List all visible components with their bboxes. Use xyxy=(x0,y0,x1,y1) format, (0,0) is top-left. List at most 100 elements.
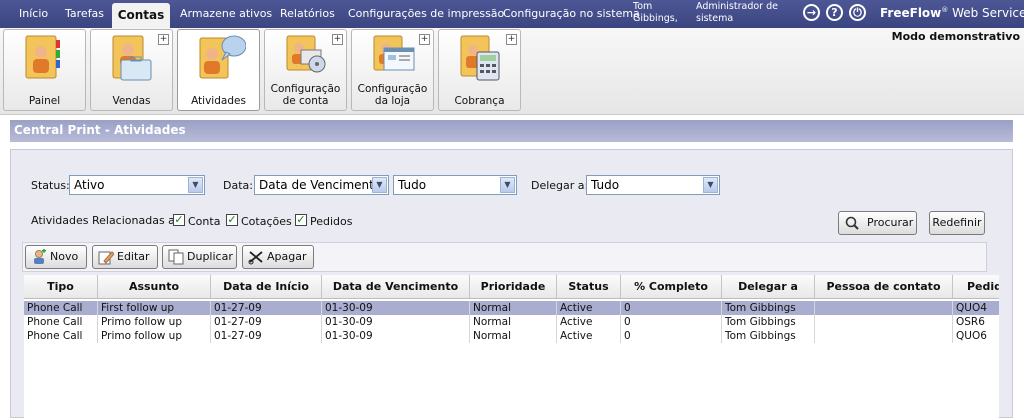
tile-cobranca[interactable]: + Cobrança xyxy=(438,29,521,111)
tile-label: Vendas xyxy=(112,95,151,107)
reset-button[interactable]: Redefinir xyxy=(929,211,985,235)
table-cell xyxy=(815,315,953,329)
top-navigation-bar: Início Tarefas Contas Armazene ativos Re… xyxy=(0,0,1024,28)
add-person-icon xyxy=(34,249,46,264)
table-cell: 0 xyxy=(621,301,722,315)
tile-vendas[interactable]: + Vendas xyxy=(90,29,173,111)
table-header: Tipo Assunto Data de Início Data de Venc… xyxy=(24,275,999,299)
add-icon[interactable]: + xyxy=(506,34,517,45)
tile-configuracao-loja[interactable]: + Configuração da loja xyxy=(351,29,434,111)
delegate-select-value: Tudo xyxy=(591,178,620,192)
module-toolbar: Modo demonstrativo Painel + Vendas Ativi… xyxy=(0,28,1024,115)
activities-table: Tipo Assunto Data de Início Data de Venc… xyxy=(24,275,999,419)
table-cell: 01-27-09 xyxy=(211,301,322,315)
edit-button[interactable]: Editar xyxy=(92,245,158,269)
table-cell: Primo follow up xyxy=(98,315,211,329)
magnifier-icon xyxy=(845,216,859,230)
calculator-icon xyxy=(460,35,500,81)
table-cell: Phone Call xyxy=(24,301,98,315)
copy-icon xyxy=(168,249,184,265)
pencil-icon xyxy=(98,251,114,265)
duplicate-button[interactable]: Duplicar xyxy=(162,245,237,269)
power-icon[interactable]: ⏻ xyxy=(849,4,866,21)
column-header[interactable]: Prioridade xyxy=(470,275,557,298)
table-cell: Tom Gibbings xyxy=(722,315,815,329)
column-header[interactable]: Status xyxy=(557,275,621,298)
nav-item-configuracoes-impressao[interactable]: Configurações de impressão xyxy=(348,0,504,28)
table-cell: Active xyxy=(557,315,621,329)
add-icon[interactable]: + xyxy=(419,34,430,45)
tile-label: Configuração da loja xyxy=(357,83,428,107)
nav-item-configuracao-sistema[interactable]: Configuração no sistema xyxy=(503,0,640,28)
delegate-select[interactable]: Tudo ▼ xyxy=(586,175,720,195)
demo-mode-label: Modo demonstrativo xyxy=(891,30,1020,43)
nav-item-inicio[interactable]: Início xyxy=(19,0,48,28)
help-icon[interactable]: ? xyxy=(826,4,843,21)
scissors-icon xyxy=(248,251,263,265)
column-header[interactable]: Pedido xyxy=(953,275,999,298)
column-header[interactable]: Data de Início xyxy=(211,275,322,298)
status-select[interactable]: Ativo ▼ xyxy=(69,175,205,195)
table-row[interactable]: Phone Call Primo follow up 01-27-09 01-3… xyxy=(24,315,999,329)
chevron-down-icon: ▼ xyxy=(500,177,515,193)
column-header[interactable]: Data de Vencimento xyxy=(322,275,470,298)
conta-checkbox-label: Conta xyxy=(188,215,221,228)
column-header[interactable]: Delegar a xyxy=(722,275,815,298)
pedidos-checkbox[interactable]: ✓ xyxy=(295,214,307,226)
date-range-select[interactable]: Tudo ▼ xyxy=(393,175,517,195)
nav-item-relatorios[interactable]: Relatórios xyxy=(280,0,335,28)
reset-button-label: Redefinir xyxy=(932,216,982,229)
delete-button-label: Apagar xyxy=(267,250,307,263)
tile-label: Configuração de conta xyxy=(270,83,341,107)
table-cell: Phone Call xyxy=(24,329,98,343)
table-cell xyxy=(815,329,953,343)
cotacoes-checkbox[interactable]: ✓ xyxy=(226,214,238,226)
column-header[interactable]: Tipo xyxy=(24,275,98,298)
search-button[interactable]: Procurar xyxy=(838,211,917,235)
nav-item-armazene-ativos[interactable]: Armazene ativos xyxy=(180,0,272,28)
folder-person-icon xyxy=(25,35,60,79)
search-button-label: Procurar xyxy=(867,216,914,229)
conta-checkbox[interactable]: ✓ xyxy=(173,214,185,226)
table-cell: Tom Gibbings xyxy=(722,329,815,343)
table-row[interactable]: Phone Call First follow up 01-27-09 01-3… xyxy=(24,301,999,315)
tile-atividades[interactable]: Atividades xyxy=(177,29,260,111)
table-cell: QUO6 xyxy=(953,329,999,343)
status-label: Status: xyxy=(31,179,70,192)
tile-label: Atividades xyxy=(191,95,246,107)
chat-bubble-icon xyxy=(199,35,246,79)
new-button[interactable]: Novo xyxy=(25,245,87,269)
tile-label: Painel xyxy=(28,95,61,107)
back-arrow-icon[interactable]: → xyxy=(803,4,820,21)
column-header[interactable]: % Completo xyxy=(621,275,722,298)
nav-item-contas[interactable]: Contas xyxy=(112,3,170,28)
related-activities-label: Atividades Relacionadas a: xyxy=(31,214,179,227)
table-cell: Normal xyxy=(470,301,557,315)
activities-panel: Status: Ativo ▼ Data: Data de Vencimento… xyxy=(10,149,1013,419)
date-type-select[interactable]: Data de Vencimento ▼ xyxy=(254,175,389,195)
delete-button[interactable]: Apagar xyxy=(242,245,314,269)
store-window-icon xyxy=(373,35,415,71)
nav-item-tarefas[interactable]: Tarefas xyxy=(65,0,104,28)
table-cell: 01-30-09 xyxy=(322,329,470,343)
column-header[interactable]: Pessoa de contato xyxy=(815,275,953,298)
pedidos-checkbox-label: Pedidos xyxy=(310,215,353,228)
column-header[interactable]: Assunto xyxy=(98,275,211,298)
chevron-down-icon: ▼ xyxy=(372,177,387,193)
tile-painel[interactable]: Painel xyxy=(3,29,86,111)
table-row[interactable]: Phone Call Primo follow up 01-27-09 01-3… xyxy=(24,329,999,343)
add-icon[interactable]: + xyxy=(332,34,343,45)
cotacoes-checkbox-label: Cotações xyxy=(241,215,292,228)
delegate-label: Delegar a: xyxy=(531,179,589,192)
table-cell: First follow up xyxy=(98,301,211,315)
user-name: Tom Gibbings, xyxy=(633,1,678,24)
briefcase-icon xyxy=(112,35,152,81)
status-select-value: Ativo xyxy=(74,178,105,192)
add-icon[interactable]: + xyxy=(158,34,169,45)
table-cell: Normal xyxy=(470,329,557,343)
tile-configuracao-conta[interactable]: + Configuração de conta xyxy=(264,29,347,111)
gear-disc-icon xyxy=(286,35,326,73)
date-label: Data: xyxy=(223,179,253,192)
table-cell: Phone Call xyxy=(24,315,98,329)
tile-label: Cobrança xyxy=(454,95,505,107)
